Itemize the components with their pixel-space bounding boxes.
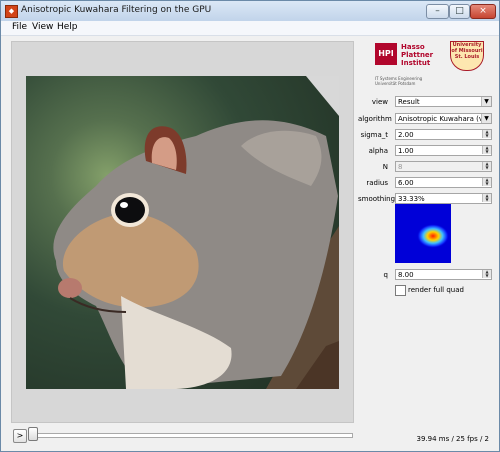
filtered-squirrel-image (26, 76, 339, 389)
n-label: N (382, 163, 388, 171)
radius-stepper[interactable]: ▲ ▼ (482, 178, 491, 187)
menu-help[interactable]: Help (57, 22, 78, 32)
kernel-preview (395, 204, 451, 263)
hpi-logo-line-3: Institut (401, 59, 431, 67)
alpha-stepper[interactable]: ▲ ▼ (482, 146, 491, 155)
umsl-line-3: St. Louis (454, 54, 480, 60)
smoothing-stepper[interactable]: ▲ ▼ (482, 194, 491, 203)
n-stepper: ▲ ▼ (482, 162, 491, 171)
hpi-logo-line-2: Plattner (401, 51, 434, 59)
menu-file[interactable]: File (12, 22, 27, 32)
n-value: 8 (398, 163, 403, 171)
algorithm-label: algorithm (358, 115, 392, 123)
status-text: 39.94 ms / 25 fps / 2 (416, 435, 490, 443)
umsl-logo: University of Missouri St. Louis (450, 41, 484, 73)
q-input[interactable]: 8.00 ▲ ▼ (395, 269, 492, 280)
hpi-logo-line-1: Hasso (401, 43, 425, 51)
decrement-icon[interactable]: ▼ (482, 198, 491, 202)
alpha-label: alpha (368, 147, 388, 155)
close-button[interactable]: × (470, 4, 496, 19)
decrement-icon[interactable]: ▼ (482, 274, 491, 278)
hpi-logo-mark: HPI (375, 43, 397, 65)
decrement-icon[interactable]: ▼ (482, 182, 491, 186)
title-bar: ◆ Anisotropic Kuwahara Filtering on the … (1, 1, 499, 22)
hpi-logo-sub-2: Universität Potsdam (375, 81, 416, 86)
view-value: Result (398, 98, 420, 106)
sigma-t-value: 2.00 (398, 131, 414, 139)
timeline-thumb[interactable] (28, 427, 38, 441)
radius-input[interactable]: 6.00 ▲ ▼ (395, 177, 492, 188)
play-button[interactable]: > (13, 429, 27, 443)
menu-bar: File View Help (1, 21, 499, 36)
controls-panel: HPI Hasso Plattner Institut IT Systems E… (358, 41, 492, 371)
decrement-icon[interactable]: ▼ (482, 150, 491, 154)
image-view[interactable] (11, 41, 354, 423)
chevron-down-icon[interactable]: ▼ (481, 97, 491, 106)
kernel-heatmap (395, 204, 451, 263)
decrement-icon: ▼ (482, 166, 491, 170)
n-input: 8 ▲ ▼ (395, 161, 492, 172)
window-title: Anisotropic Kuwahara Filtering on the GP… (21, 5, 212, 15)
smoothing-label: smoothing (358, 195, 396, 203)
squirrel-illustration (53, 76, 339, 389)
alpha-value: 1.00 (398, 147, 414, 155)
sigma-t-input[interactable]: 2.00 ▲ ▼ (395, 129, 492, 140)
render-full-quad-checkbox[interactable] (395, 285, 406, 296)
q-value: 8.00 (398, 271, 414, 279)
sigma-t-label: sigma_t (360, 131, 388, 139)
view-label: view (371, 98, 388, 106)
main-window: ◆ Anisotropic Kuwahara Filtering on the … (0, 0, 500, 452)
timeline-slider[interactable] (35, 433, 353, 438)
smoothing-input[interactable]: 33.33% ▲ ▼ (395, 193, 492, 204)
hpi-logo: HPI Hasso Plattner Institut IT Systems E… (375, 43, 434, 86)
algorithm-select[interactable]: Anisotropic Kuwahara (v2) ▼ (395, 113, 492, 124)
smoothing-value: 33.33% (398, 195, 425, 203)
maximize-button[interactable]: □ (449, 4, 470, 19)
q-stepper[interactable]: ▲ ▼ (482, 270, 491, 279)
umsl-shield: University of Missouri St. Louis (450, 41, 484, 71)
view-select[interactable]: Result ▼ (395, 96, 492, 107)
render-full-quad-label: render full quad (408, 286, 464, 294)
algorithm-value: Anisotropic Kuwahara (v2) (398, 115, 491, 123)
playback-bar: > 39.94 ms / 25 fps / 2 (1, 423, 499, 451)
radius-label: radius (366, 179, 388, 187)
alpha-input[interactable]: 1.00 ▲ ▼ (395, 145, 492, 156)
minimize-button[interactable]: – (426, 4, 449, 19)
q-label: q (383, 271, 388, 279)
sigma-t-stepper[interactable]: ▲ ▼ (482, 130, 491, 139)
chevron-down-icon[interactable]: ▼ (481, 114, 491, 123)
app-icon: ◆ (5, 5, 18, 18)
radius-value: 6.00 (398, 179, 414, 187)
menu-view[interactable]: View (32, 22, 53, 32)
decrement-icon[interactable]: ▼ (482, 134, 491, 138)
